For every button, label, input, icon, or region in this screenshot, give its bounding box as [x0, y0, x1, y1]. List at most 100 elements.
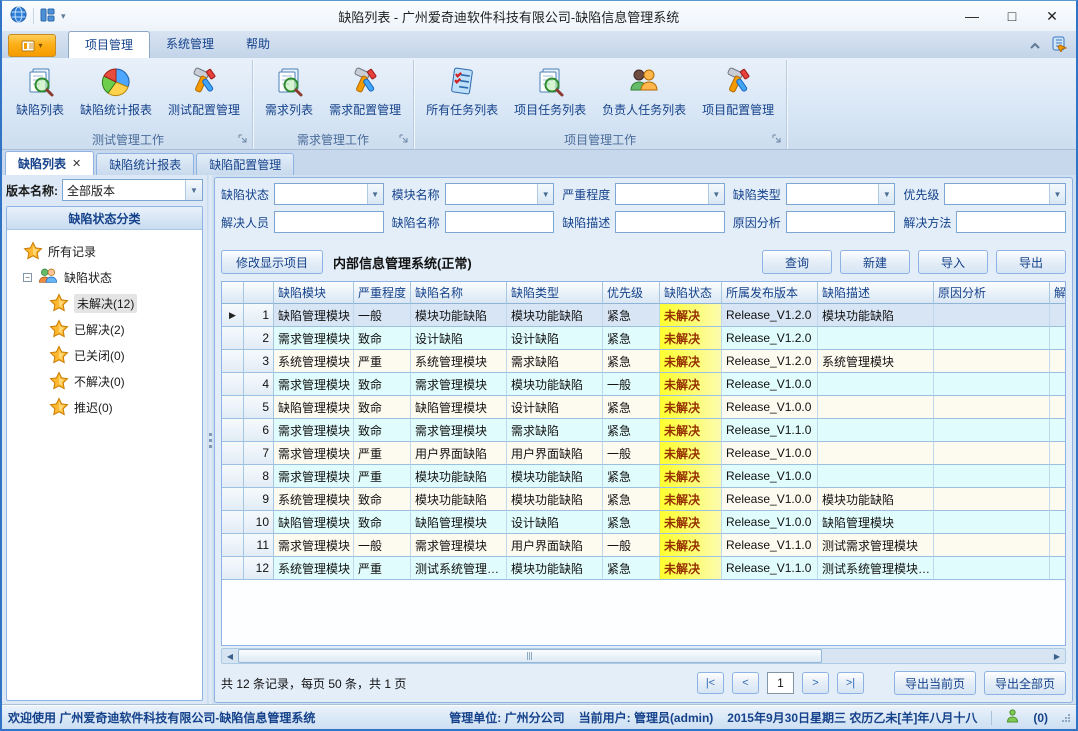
- cell-缺陷名称[interactable]: 测试系统管理…: [411, 557, 507, 580]
- doc-tab-1[interactable]: 缺陷统计报表: [96, 153, 194, 175]
- cell-缺陷描述[interactable]: 模块功能缺陷: [818, 488, 934, 511]
- cell-缺陷状态[interactable]: 未解决: [660, 488, 722, 511]
- ribbon-collapse-icon[interactable]: [1029, 39, 1041, 53]
- cell-缺陷状态[interactable]: 未解决: [660, 327, 722, 350]
- export-current-page-button[interactable]: 导出当前页: [894, 671, 976, 695]
- cell-所属发布版本[interactable]: Release_V1.2.0: [722, 350, 818, 373]
- cell-所属发布版本[interactable]: Release_V1.0.0: [722, 488, 818, 511]
- resize-grip[interactable]: [1062, 714, 1070, 722]
- filter-input-解决方法[interactable]: [956, 211, 1066, 233]
- cell-缺陷描述[interactable]: [818, 465, 934, 488]
- cell-所属发布版本[interactable]: Release_V1.0.0: [722, 373, 818, 396]
- cell-缺陷名称[interactable]: 用户界面缺陷: [411, 442, 507, 465]
- row-number[interactable]: 11: [244, 534, 274, 557]
- row-number[interactable]: 2: [244, 327, 274, 350]
- grid-header-严重程度[interactable]: 严重程度: [354, 282, 411, 304]
- cell-原因分析[interactable]: [934, 327, 1050, 350]
- cell-严重程度[interactable]: 致命: [354, 373, 411, 396]
- dropdown-arrow-icon[interactable]: ▼: [878, 184, 894, 204]
- filter-select-缺陷状态[interactable]: ▼: [274, 183, 384, 205]
- cell-缺陷模块[interactable]: 需求管理模块: [274, 465, 354, 488]
- cell-缺陷模块[interactable]: 系统管理模块: [274, 350, 354, 373]
- cell-原因分析[interactable]: [934, 396, 1050, 419]
- version-select-arrow-icon[interactable]: ▼: [185, 180, 202, 200]
- grid-header-优先级[interactable]: 优先级: [603, 282, 660, 304]
- row-indicator[interactable]: [222, 442, 244, 465]
- ribbon-tab-2[interactable]: 帮助: [230, 31, 286, 58]
- cell-缺陷状态[interactable]: 未解决: [660, 465, 722, 488]
- cell-缺陷类型[interactable]: 设计缺陷: [507, 511, 603, 534]
- dropdown-arrow-icon[interactable]: ▼: [367, 184, 383, 204]
- ribbon-button-需求列表[interactable]: 需求列表: [257, 62, 321, 120]
- row-number[interactable]: 6: [244, 419, 274, 442]
- tree-item-2[interactable]: 未解决(12): [9, 290, 200, 316]
- next-page-button[interactable]: >: [802, 672, 829, 694]
- cell-缺陷模块[interactable]: 系统管理模块: [274, 488, 354, 511]
- scrollbar-thumb[interactable]: [238, 649, 822, 663]
- toolbar-button-查询[interactable]: 查询: [762, 250, 832, 274]
- scrollbar-track[interactable]: [238, 649, 1049, 663]
- row-indicator[interactable]: [222, 396, 244, 419]
- ribbon-button-缺陷列表[interactable]: 缺陷列表: [8, 62, 72, 120]
- cell-缺陷类型[interactable]: 模块功能缺陷: [507, 488, 603, 511]
- grid-header-解决方法[interactable]: 解决方法: [1050, 282, 1066, 304]
- cell-缺陷状态[interactable]: 未解决: [660, 557, 722, 580]
- cell-缺陷描述[interactable]: [818, 396, 934, 419]
- cell-解决方法[interactable]: [1050, 396, 1066, 419]
- cell-原因分析[interactable]: [934, 442, 1050, 465]
- cell-原因分析[interactable]: [934, 419, 1050, 442]
- ribbon-tab-0[interactable]: 项目管理: [68, 31, 150, 58]
- row-number[interactable]: 8: [244, 465, 274, 488]
- table-row[interactable]: 4需求管理模块致命需求管理模块模块功能缺陷一般未解决Release_V1.0.0: [222, 373, 1065, 396]
- cell-所属发布版本[interactable]: Release_V1.2.0: [722, 304, 818, 327]
- cell-缺陷描述[interactable]: [818, 327, 934, 350]
- maximize-button[interactable]: □: [992, 3, 1032, 29]
- cell-缺陷名称[interactable]: 需求管理模块: [411, 534, 507, 557]
- tab-close-icon[interactable]: ✕: [72, 157, 81, 170]
- cell-所属发布版本[interactable]: Release_V1.1.0: [722, 557, 818, 580]
- table-row[interactable]: 8需求管理模块严重模块功能缺陷模块功能缺陷紧急未解决Release_V1.0.0: [222, 465, 1065, 488]
- grid-horizontal-scrollbar[interactable]: ◀ ▶: [221, 648, 1066, 664]
- cell-优先级[interactable]: 紧急: [603, 419, 660, 442]
- cell-缺陷类型[interactable]: 模块功能缺陷: [507, 304, 603, 327]
- row-indicator[interactable]: [222, 419, 244, 442]
- cell-缺陷类型[interactable]: 设计缺陷: [507, 327, 603, 350]
- cell-缺陷名称[interactable]: 设计缺陷: [411, 327, 507, 350]
- cell-严重程度[interactable]: 致命: [354, 327, 411, 350]
- row-number[interactable]: 12: [244, 557, 274, 580]
- tree-item-3[interactable]: 已解决(2): [9, 316, 200, 342]
- application-menu-button[interactable]: ▾: [8, 34, 56, 57]
- first-page-button[interactable]: |<: [697, 672, 724, 694]
- modify-display-items-button[interactable]: 修改显示项目: [221, 250, 323, 274]
- cell-解决方法[interactable]: [1050, 511, 1066, 534]
- cell-优先级[interactable]: 紧急: [603, 488, 660, 511]
- row-number[interactable]: 3: [244, 350, 274, 373]
- table-row[interactable]: 2需求管理模块致命设计缺陷设计缺陷紧急未解决Release_V1.2.0: [222, 327, 1065, 350]
- cell-解决方法[interactable]: [1050, 327, 1066, 350]
- cell-缺陷类型[interactable]: 模块功能缺陷: [507, 373, 603, 396]
- cell-缺陷模块[interactable]: 缺陷管理模块: [274, 304, 354, 327]
- cell-缺陷描述[interactable]: [818, 442, 934, 465]
- export-all-pages-button[interactable]: 导出全部页: [984, 671, 1066, 695]
- grid-header-缺陷名称[interactable]: 缺陷名称: [411, 282, 507, 304]
- cell-缺陷状态[interactable]: 未解决: [660, 442, 722, 465]
- cell-严重程度[interactable]: 严重: [354, 465, 411, 488]
- cell-优先级[interactable]: 紧急: [603, 465, 660, 488]
- table-row[interactable]: 11需求管理模块一般需求管理模块用户界面缺陷一般未解决Release_V1.1.…: [222, 534, 1065, 557]
- cell-原因分析[interactable]: [934, 465, 1050, 488]
- dropdown-arrow-icon[interactable]: ▼: [537, 184, 553, 204]
- doc-tab-2[interactable]: 缺陷配置管理: [196, 153, 294, 175]
- cell-缺陷模块[interactable]: 缺陷管理模块: [274, 511, 354, 534]
- toolbar-button-导入[interactable]: 导入: [918, 250, 988, 274]
- table-row[interactable]: 12系统管理模块严重测试系统管理…模块功能缺陷紧急未解决Release_V1.1…: [222, 557, 1065, 580]
- dropdown-arrow-icon[interactable]: ▼: [1049, 184, 1065, 204]
- cell-缺陷描述[interactable]: [818, 419, 934, 442]
- cell-解决方法[interactable]: [1050, 488, 1066, 511]
- table-row[interactable]: ▶1缺陷管理模块一般模块功能缺陷模块功能缺陷紧急未解决Release_V1.2.…: [222, 304, 1065, 327]
- table-row[interactable]: 10缺陷管理模块致命缺陷管理模块设计缺陷紧急未解决Release_V1.0.0缺…: [222, 511, 1065, 534]
- cell-缺陷模块[interactable]: 系统管理模块: [274, 557, 354, 580]
- cell-缺陷描述[interactable]: 测试需求管理模块: [818, 534, 934, 557]
- cell-优先级[interactable]: 紧急: [603, 557, 660, 580]
- cell-缺陷状态[interactable]: 未解决: [660, 511, 722, 534]
- cell-解决方法[interactable]: [1050, 373, 1066, 396]
